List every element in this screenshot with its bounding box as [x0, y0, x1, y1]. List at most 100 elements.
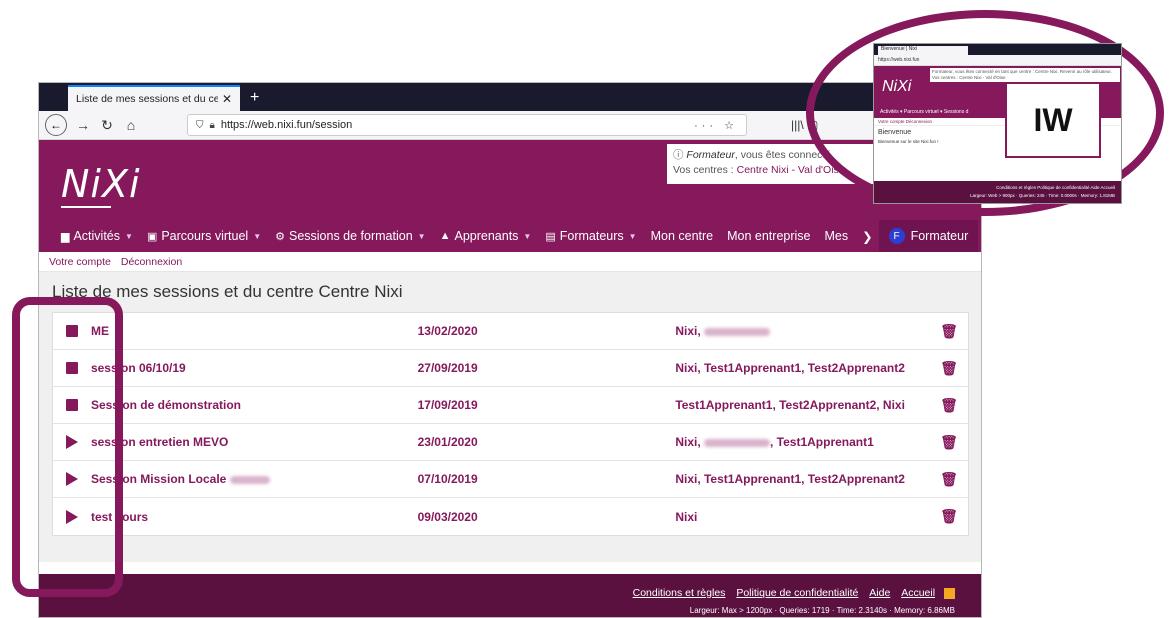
- reload-icon[interactable]: ↻: [95, 117, 119, 134]
- notice-centre-link[interactable]: Centre Nixi - Val d'Ois: [737, 164, 839, 176]
- footer-link-confidentialite[interactable]: Politique de confidentialité: [736, 587, 858, 599]
- table-row[interactable]: session 06/10/19 27/09/2019 Nixi, Test1A…: [53, 350, 968, 387]
- menu-label: Apprenants: [454, 229, 519, 243]
- session-date: 09/03/2020: [417, 509, 478, 524]
- thumbnail-notice: Formateur, vous êtes connecté en tant qu…: [930, 68, 1120, 82]
- menu-mon-entreprise[interactable]: Mon entreprise: [727, 229, 810, 243]
- thumbnail-tab-bar: Bienvenue | Nixi: [874, 44, 1121, 55]
- caret-down-icon: ▼: [628, 231, 637, 241]
- menu-formateurs[interactable]: ▤ Formateurs ▼: [545, 229, 636, 243]
- file-icon: ▆: [61, 230, 70, 243]
- menu-mon-centre[interactable]: Mon centre: [651, 229, 714, 243]
- thumbnail-tab: Bienvenue | Nixi: [878, 46, 968, 55]
- session-members: Nixi: [675, 509, 698, 524]
- site-logo[interactable]: NiXi: [61, 162, 141, 206]
- highlight-box: [12, 297, 123, 597]
- votre-compte-link[interactable]: Votre compte: [49, 256, 111, 268]
- session-date: 07/10/2019: [417, 472, 478, 486]
- back-icon[interactable]: ←: [45, 114, 67, 136]
- menu-sessions-formation[interactable]: ⚙ Sessions de formation ▼: [275, 229, 425, 243]
- session-date: 27/09/2019: [417, 361, 478, 375]
- session-members: Nixi, Test1Apprenant1, Test2Apprenant2: [675, 472, 905, 486]
- session-members-after: , Test1Apprenant1: [770, 435, 874, 449]
- info-icon: ⓘ: [673, 149, 684, 161]
- redacted-name: [704, 438, 770, 447]
- menu-apprenants[interactable]: ▲ Apprenants ▼: [440, 229, 532, 243]
- shield-icon: ⛉: [196, 119, 204, 131]
- table-row[interactable]: ME 13/02/2020 Nixi, 🗑︎: [53, 313, 968, 350]
- session-date: 23/01/2020: [417, 435, 478, 449]
- trash-icon[interactable]: 🗑︎: [930, 360, 968, 377]
- deconnexion-link[interactable]: Déconnexion: [121, 256, 182, 268]
- footer-info: Largeur: Max > 1200px · Queries: 1719 · …: [689, 606, 955, 615]
- footer-link-conditions[interactable]: Conditions et règles: [633, 587, 726, 599]
- iw-badge: IW: [1005, 82, 1101, 158]
- table-row[interactable]: test Tours 09/03/2020 Nixi 🗑︎: [53, 498, 968, 535]
- session-members: Nixi, Test1Apprenant1, Test2Apprenant2: [675, 361, 905, 375]
- footer-link-aide[interactable]: Aide: [869, 587, 890, 599]
- menu-activites[interactable]: ▆ Activités ▼: [61, 229, 133, 243]
- image-icon: ▣: [146, 230, 158, 243]
- caret-down-icon: ▼: [523, 231, 532, 241]
- menu-label: Formateurs: [559, 229, 624, 243]
- session-members: Nixi,: [675, 435, 701, 449]
- session-date: 13/02/2020: [417, 324, 478, 338]
- trash-icon[interactable]: 🗑︎: [930, 471, 968, 488]
- redacted-name: [229, 475, 270, 484]
- session-members: Test1Apprenant1, Test2Apprenant2, Nixi: [675, 398, 905, 412]
- menu-label: Parcours virtuel: [161, 229, 249, 243]
- lock-icon: 🔒︎: [209, 119, 215, 131]
- account-links: Votre compte Déconnexion: [39, 252, 981, 272]
- rss-icon[interactable]: [944, 587, 955, 599]
- menu-mes[interactable]: Mes: [824, 229, 848, 243]
- trash-icon[interactable]: 🗑︎: [930, 434, 968, 451]
- redacted-name: [704, 327, 770, 336]
- trash-icon[interactable]: 🗑︎: [930, 323, 968, 340]
- browser-tab[interactable]: Liste de mes sessions et du centre C ✕: [68, 85, 240, 111]
- trash-icon[interactable]: 🗑︎: [930, 508, 968, 525]
- main-menu: ▆ Activités ▼ ▣ Parcours virtuel ▼ ⚙ Ses…: [39, 220, 981, 252]
- page-actions-icon[interactable]: ··· ☆: [694, 119, 738, 132]
- notice-text: , vous êtes connecté: [734, 149, 832, 161]
- session-members: Nixi,: [675, 324, 701, 338]
- menu-parcours-virtuel[interactable]: ▣ Parcours virtuel ▼: [147, 229, 261, 243]
- graduation-cap-icon: ▲: [439, 230, 451, 242]
- gear-icon: ⚙: [275, 230, 285, 243]
- avatar: F: [888, 228, 905, 244]
- thumbnail-footer: Conditions et règles Politique de confid…: [874, 181, 1121, 203]
- menu-label: Sessions de formation: [288, 229, 413, 243]
- thumbnail-footer-info: Largeur: Web > 900px · Queries: 245 · Ti…: [970, 193, 1115, 198]
- notice-centres-label: Vos centres :: [673, 164, 737, 176]
- thumbnail-footer-links: Conditions et règles Politique de confid…: [996, 185, 1115, 190]
- menu-label: Activités: [73, 229, 121, 243]
- thumbnail-url-bar: https://web.nixi.fun: [874, 55, 1121, 66]
- table-row[interactable]: session entretien MEVO 23/01/2020 Nixi, …: [53, 424, 968, 461]
- board-icon: ▤: [545, 230, 556, 243]
- trash-icon[interactable]: 🗑︎: [930, 397, 968, 414]
- url-bar[interactable]: ⛉ 🔒︎ https://web.nixi.fun/session ··· ☆: [187, 114, 747, 136]
- page-title: Liste de mes sessions et du centre Centr…: [52, 282, 403, 301]
- new-tab-icon[interactable]: +: [250, 89, 259, 107]
- logo-underline: [61, 206, 111, 208]
- forward-icon[interactable]: →: [71, 117, 95, 133]
- caret-down-icon: ▼: [253, 231, 262, 241]
- caret-down-icon: ▼: [417, 231, 426, 241]
- footer-links: Conditions et règles Politique de confid…: [39, 584, 955, 602]
- footer-link-accueil[interactable]: Accueil: [901, 587, 935, 599]
- session-table: ME 13/02/2020 Nixi, 🗑︎ session 06/10/19 …: [52, 312, 969, 536]
- table-row[interactable]: Session Mission Locale 07/10/2019 Nixi, …: [53, 461, 968, 498]
- url-text: https://web.nixi.fun/session: [220, 119, 353, 131]
- screenshot: Liste de mes sessions et du centre C ✕ +…: [0, 0, 1173, 618]
- session-date: 17/09/2019: [417, 398, 478, 412]
- user-menu[interactable]: F Formateur: [878, 220, 979, 252]
- table-row[interactable]: Session de démonstration 17/09/2019 Test…: [53, 387, 968, 424]
- close-icon[interactable]: ✕: [222, 92, 232, 106]
- chevron-right-icon[interactable]: ❯: [862, 229, 872, 244]
- main-content: Liste de mes sessions et du centre Centr…: [39, 272, 981, 562]
- user-label: Formateur: [910, 229, 969, 243]
- home-icon[interactable]: ⌂: [119, 117, 143, 133]
- caret-down-icon: ▼: [125, 231, 133, 241]
- site-footer: Conditions et règles Politique de confid…: [39, 574, 981, 617]
- thumbnail-logo: NiXi: [882, 78, 912, 95]
- tab-title: Liste de mes sessions et du centre C: [76, 93, 218, 105]
